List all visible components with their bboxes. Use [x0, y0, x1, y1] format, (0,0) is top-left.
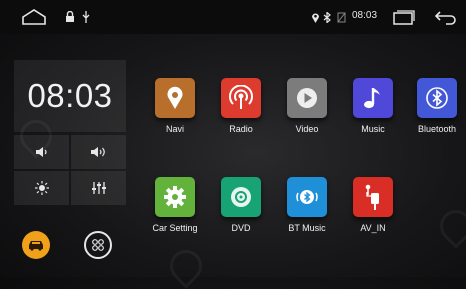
video-app-icon — [287, 78, 327, 118]
app-video[interactable]: Video — [278, 78, 336, 134]
bluetooth-audio-icon — [296, 190, 318, 204]
brightness-icon — [34, 181, 49, 195]
app-drawer-button[interactable] — [84, 231, 112, 259]
app-label: DVD — [231, 223, 251, 233]
app-drawer-icon — [92, 239, 104, 251]
app-av-in[interactable]: AV_IN — [344, 177, 402, 233]
bluetooth-icon — [322, 11, 332, 23]
app-label: Navi — [165, 124, 184, 134]
app-bluetooth[interactable]: Bluetooth — [408, 78, 466, 134]
volume-up-icon — [90, 147, 105, 157]
app-bt-music[interactable]: BT Music — [278, 177, 336, 233]
av-plug-icon — [365, 184, 379, 210]
watermark-shape — [163, 243, 209, 289]
app-label: Video — [295, 124, 319, 134]
app-label: Bluetooth — [417, 124, 457, 134]
disc-icon — [231, 187, 251, 207]
lock-icon — [64, 10, 76, 24]
status-bar: 08:03 — [0, 0, 466, 34]
car-setting-app-icon — [155, 177, 195, 217]
app-label: AV_IN — [360, 223, 386, 233]
app-label: Radio — [229, 124, 253, 134]
app-radio[interactable]: Radio — [212, 78, 270, 134]
app-label: Car Setting — [152, 223, 198, 233]
back-icon[interactable] — [434, 9, 458, 25]
radio-icon — [229, 85, 253, 109]
car-icon — [29, 241, 43, 251]
brightness-button[interactable] — [14, 171, 69, 205]
bt-music-app-icon — [287, 177, 327, 217]
av-in-app-icon — [353, 177, 393, 217]
status-time: 08:03 — [352, 10, 378, 21]
radio-app-icon — [221, 78, 261, 118]
bluetooth-icon — [426, 87, 448, 109]
app-label: Music — [361, 124, 385, 134]
equalizer-button[interactable] — [71, 171, 126, 205]
gear-icon — [164, 186, 186, 208]
recent-apps-icon[interactable] — [392, 9, 416, 25]
play-icon — [297, 88, 317, 108]
navi-app-icon — [155, 78, 195, 118]
app-car-setting[interactable]: Car Setting — [146, 177, 204, 233]
app-label: BT Music — [288, 223, 326, 233]
volume-down-button[interactable] — [14, 135, 69, 169]
volume-down-icon — [35, 147, 47, 157]
volume-up-button[interactable] — [71, 135, 126, 169]
usb-icon — [80, 10, 92, 24]
app-music[interactable]: Music — [344, 78, 402, 134]
home-icon[interactable] — [20, 8, 48, 26]
app-dvd[interactable]: DVD — [212, 177, 270, 233]
location-pin-icon — [167, 86, 183, 109]
location-icon — [310, 11, 320, 23]
bluetooth-app-icon — [417, 78, 457, 118]
car-mode-button[interactable] — [22, 231, 50, 259]
equalizer-icon — [91, 182, 106, 194]
clock-display: 08:03 — [14, 60, 126, 132]
dvd-app-icon — [221, 177, 261, 217]
app-navi[interactable]: Navi — [146, 78, 204, 134]
signal-icon — [336, 11, 346, 23]
watermark-shape — [433, 203, 466, 249]
music-app-icon — [353, 78, 393, 118]
side-panel: 08:03 — [14, 60, 126, 270]
music-note-icon — [364, 88, 380, 109]
